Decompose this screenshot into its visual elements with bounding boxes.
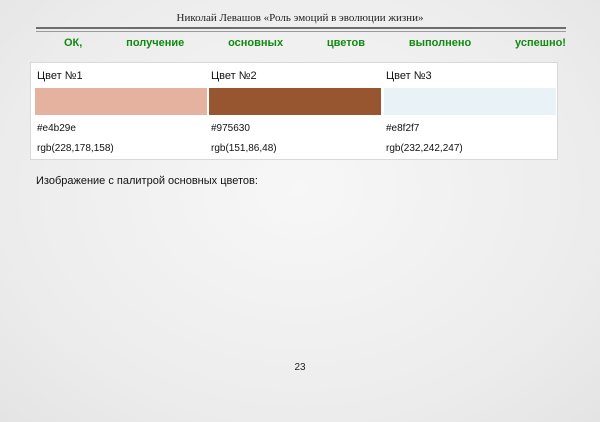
status-word: основных [228,37,284,49]
color-name: Цвет №1 [37,70,83,82]
color-rgb: rgb(232,242,247) [386,143,463,154]
color-hex: #975630 [211,123,250,134]
color-results-panel: Цвет №1 #e4b29e rgb(228,178,158) Цвет №2… [30,62,558,160]
color-name: Цвет №3 [386,70,432,82]
status-word: получение [126,37,185,49]
color-name: Цвет №2 [211,70,257,82]
color-swatch [209,88,381,115]
color-rgb: rgb(151,86,48) [211,143,277,154]
color-hex: #e8f2f7 [386,123,420,134]
page-number: 23 [294,362,306,373]
color-rgb: rgb(228,178,158) [37,143,114,154]
status-word: цветов [326,37,365,49]
status-word: ОК, [64,37,83,49]
header-rule-bottom [36,31,566,32]
header-rule-top [36,27,566,29]
color-hex: #e4b29e [37,123,76,134]
palette-image-label: Изображение с палитрой основных цветов: [36,175,258,187]
status-message: ОК, получение основных цветов выполнено … [64,37,566,49]
color-swatch [384,88,556,115]
status-word: успешно! [515,37,566,49]
color-swatch [35,88,207,115]
status-word: выполнено [408,37,472,49]
page-header-title: Николай Левашов «Роль эмоций в эволюции … [176,12,424,24]
